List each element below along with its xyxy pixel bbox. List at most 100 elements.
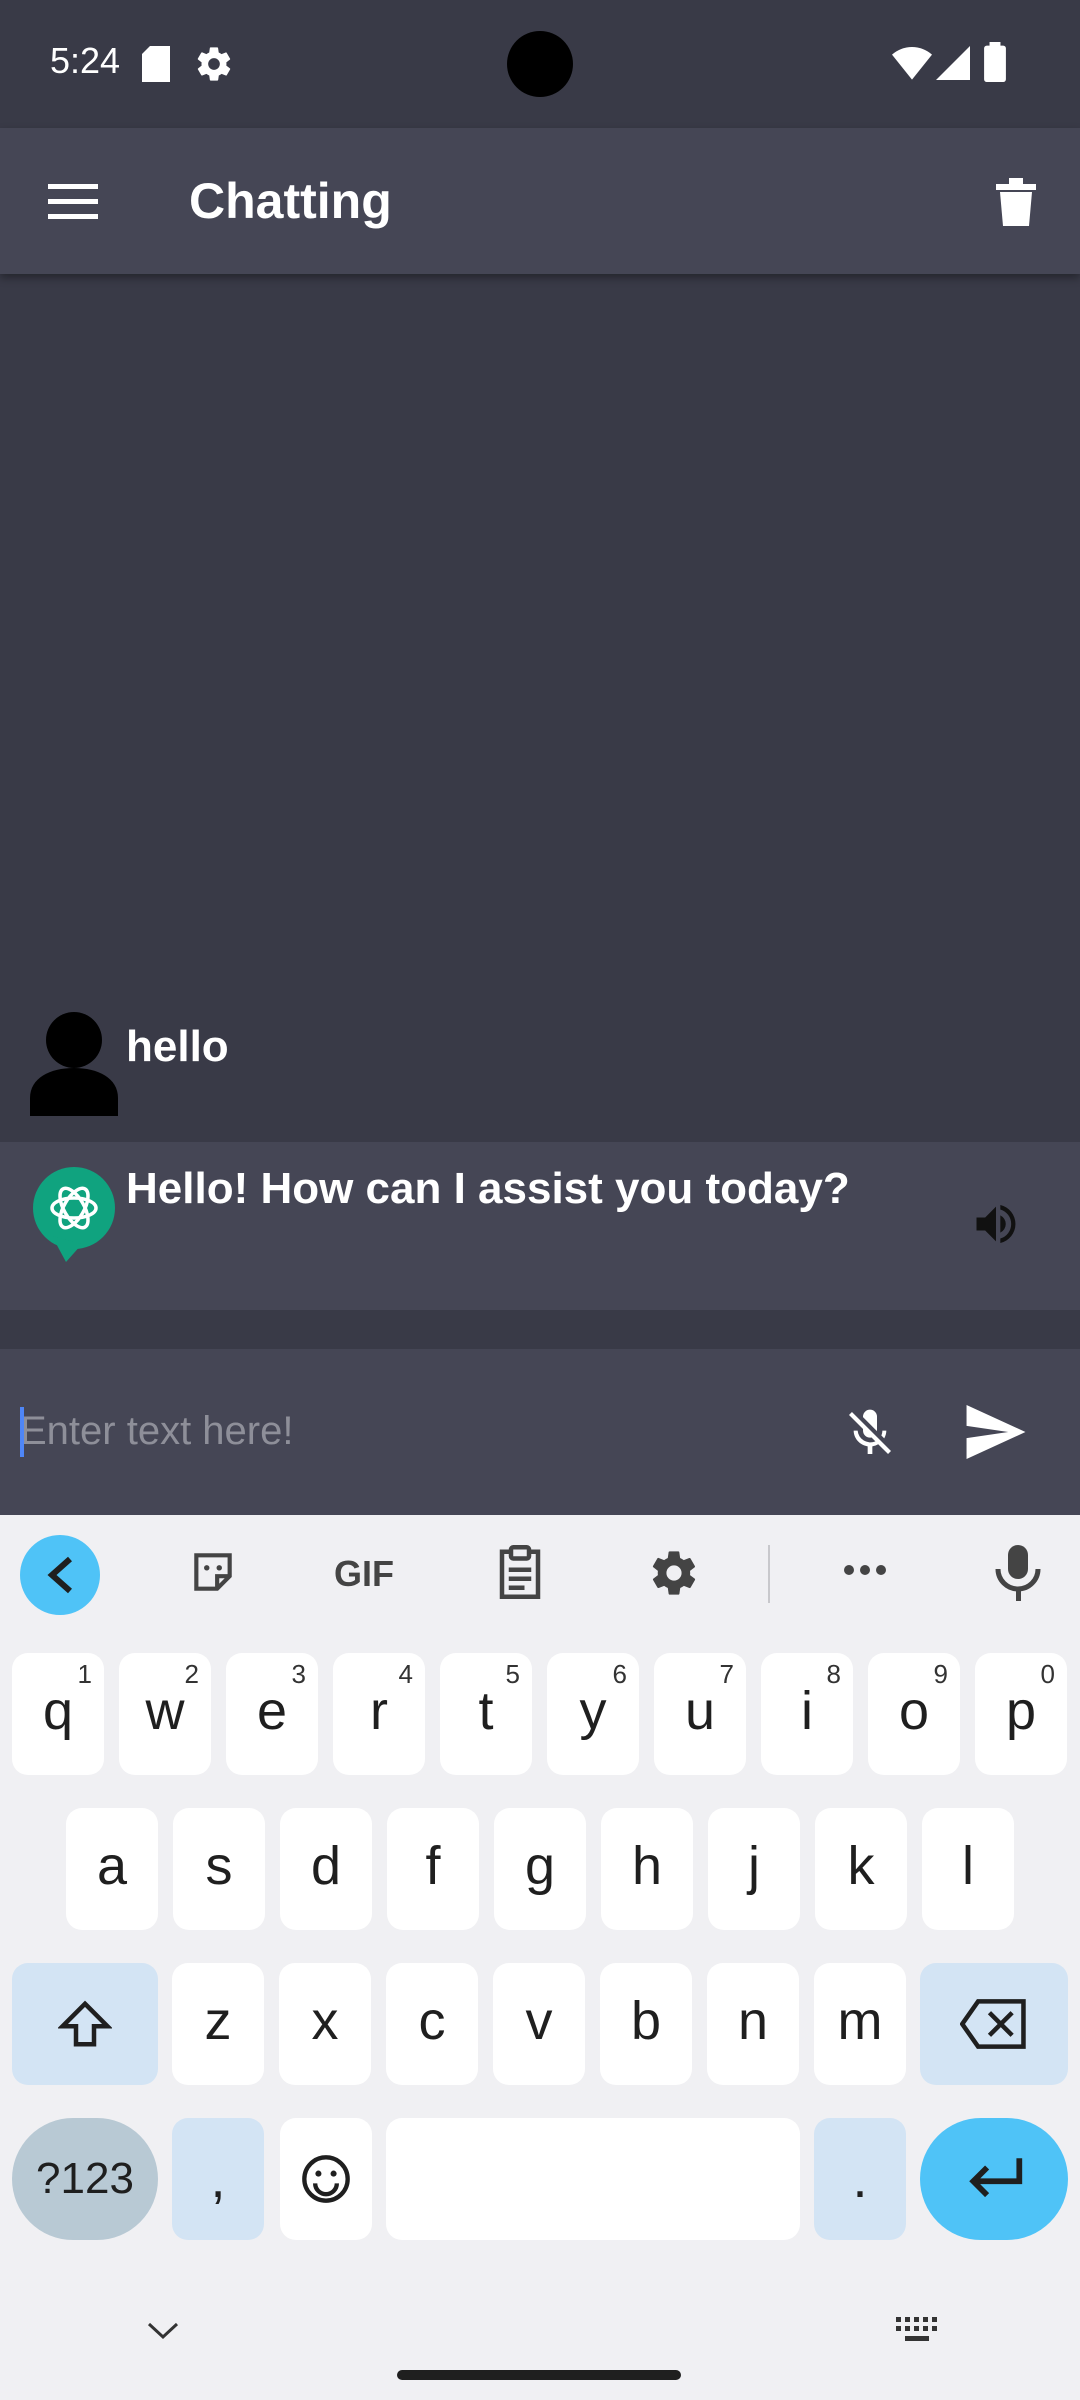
- person-icon: [30, 1012, 118, 1116]
- backspace-key[interactable]: [920, 1963, 1068, 2085]
- page-title: Chatting: [189, 173, 392, 229]
- emoji-icon: [302, 2155, 350, 2203]
- key-v[interactable]: v: [493, 1963, 585, 2085]
- message-input[interactable]: Enter text here!: [20, 1403, 780, 1459]
- key-m[interactable]: m: [814, 1963, 906, 2085]
- hide-keyboard-icon[interactable]: [146, 2321, 180, 2341]
- key-label: m: [837, 1991, 883, 2051]
- menu-icon[interactable]: [48, 184, 98, 220]
- symbols-key[interactable]: ?123: [12, 2118, 158, 2240]
- key-label: a: [96, 1836, 128, 1896]
- key-label: q: [42, 1681, 74, 1741]
- key-label: y: [579, 1681, 607, 1741]
- key-n[interactable]: n: [707, 1963, 799, 2085]
- key-a[interactable]: a: [66, 1808, 158, 1930]
- key-k[interactable]: k: [815, 1808, 907, 1930]
- key-e[interactable]: e3: [226, 1653, 318, 1775]
- keyboard: GIF q1w2e3r4t5y6u7i8o9p0 asdfghjkl zxcvb…: [0, 1515, 1080, 2400]
- key-label: t: [478, 1681, 494, 1741]
- comma-key[interactable]: ,: [172, 2118, 264, 2240]
- key-c[interactable]: c: [386, 1963, 478, 2085]
- key-label: f: [425, 1836, 441, 1896]
- enter-key[interactable]: [920, 2118, 1068, 2240]
- key-s[interactable]: s: [173, 1808, 265, 1930]
- enter-icon: [969, 2158, 1023, 2198]
- key-u[interactable]: u7: [654, 1653, 746, 1775]
- user-message: hello: [0, 1012, 1080, 1116]
- key-i[interactable]: i8: [761, 1653, 853, 1775]
- key-f[interactable]: f: [387, 1808, 479, 1930]
- sticker-icon[interactable]: [188, 1547, 238, 1597]
- send-icon[interactable]: [966, 1405, 1026, 1459]
- volume-icon[interactable]: [970, 1198, 1022, 1250]
- key-hint: 5: [505, 1659, 520, 1689]
- key-hint: 8: [826, 1659, 841, 1689]
- key-hint: 1: [77, 1659, 92, 1689]
- chat-area: hello Hello! How can I assist you today?: [0, 274, 1080, 1349]
- key-x[interactable]: x: [279, 1963, 371, 2085]
- key-hint: 0: [1040, 1659, 1055, 1689]
- status-bar: 5:24: [0, 0, 1080, 128]
- settings-icon[interactable]: [648, 1547, 700, 1599]
- key-label: r: [370, 1681, 388, 1741]
- key-d[interactable]: d: [280, 1808, 372, 1930]
- space-key[interactable]: [386, 2118, 800, 2240]
- key-hint: 9: [933, 1659, 948, 1689]
- user-message-text: hello: [126, 1022, 229, 1071]
- shift-icon: [58, 2000, 112, 2047]
- key-hint: 6: [612, 1659, 627, 1689]
- key-label: x: [311, 1991, 339, 2051]
- key-label: i: [801, 1681, 813, 1741]
- gif-button[interactable]: GIF: [334, 1553, 394, 1595]
- toolbar-divider: [768, 1545, 770, 1603]
- text-cursor: [20, 1407, 24, 1457]
- sd-card-icon: [142, 46, 170, 82]
- mic-off-icon[interactable]: [842, 1405, 898, 1461]
- key-label: j: [748, 1836, 760, 1896]
- camera-cutout: [507, 31, 573, 97]
- key-z[interactable]: z: [172, 1963, 264, 2085]
- key-j[interactable]: j: [708, 1808, 800, 1930]
- emoji-key[interactable]: [280, 2118, 372, 2240]
- key-hint: 4: [398, 1659, 413, 1689]
- key-p[interactable]: p0: [975, 1653, 1067, 1775]
- voice-input-icon[interactable]: [994, 1545, 1042, 1601]
- key-label: c: [418, 1991, 446, 2051]
- key-hint: 3: [291, 1659, 306, 1689]
- key-label: o: [898, 1681, 930, 1741]
- key-t[interactable]: t5: [440, 1653, 532, 1775]
- chevron-left-icon: [47, 1556, 72, 1594]
- home-indicator[interactable]: [397, 2370, 681, 2380]
- assistant-message-text: Hello! How can I assist you today?: [126, 1164, 850, 1213]
- key-l[interactable]: l: [922, 1808, 1014, 1930]
- key-label: v: [525, 1991, 553, 2051]
- message-input-bar: Enter text here!: [0, 1349, 1080, 1515]
- battery-icon: [984, 42, 1006, 82]
- key-g[interactable]: g: [494, 1808, 586, 1930]
- trash-icon[interactable]: [996, 178, 1036, 226]
- key-h[interactable]: h: [601, 1808, 693, 1930]
- key-label: h: [631, 1836, 663, 1896]
- keyboard-switch-icon[interactable]: [894, 2315, 942, 2345]
- key-label: s: [205, 1836, 233, 1896]
- wifi-icon: [892, 47, 932, 80]
- key-label: n: [737, 1991, 769, 2051]
- key-y[interactable]: y6: [547, 1653, 639, 1775]
- app-bar: Chatting: [0, 128, 1080, 274]
- key-label: l: [962, 1836, 974, 1896]
- key-w[interactable]: w2: [119, 1653, 211, 1775]
- clipboard-icon[interactable]: [496, 1545, 544, 1599]
- key-r[interactable]: r4: [333, 1653, 425, 1775]
- key-b[interactable]: b: [600, 1963, 692, 2085]
- key-label: z: [204, 1991, 232, 2051]
- assistant-message: Hello! How can I assist you today?: [0, 1142, 1080, 1310]
- period-key[interactable]: .: [814, 2118, 906, 2240]
- key-q[interactable]: q1: [12, 1653, 104, 1775]
- key-o[interactable]: o9: [868, 1653, 960, 1775]
- keyboard-back-button[interactable]: [20, 1535, 100, 1615]
- shift-key[interactable]: [12, 1963, 158, 2085]
- more-icon[interactable]: [842, 1563, 888, 1577]
- key-hint: 7: [719, 1659, 734, 1689]
- key-label: b: [630, 1991, 662, 2051]
- key-label: e: [256, 1681, 288, 1741]
